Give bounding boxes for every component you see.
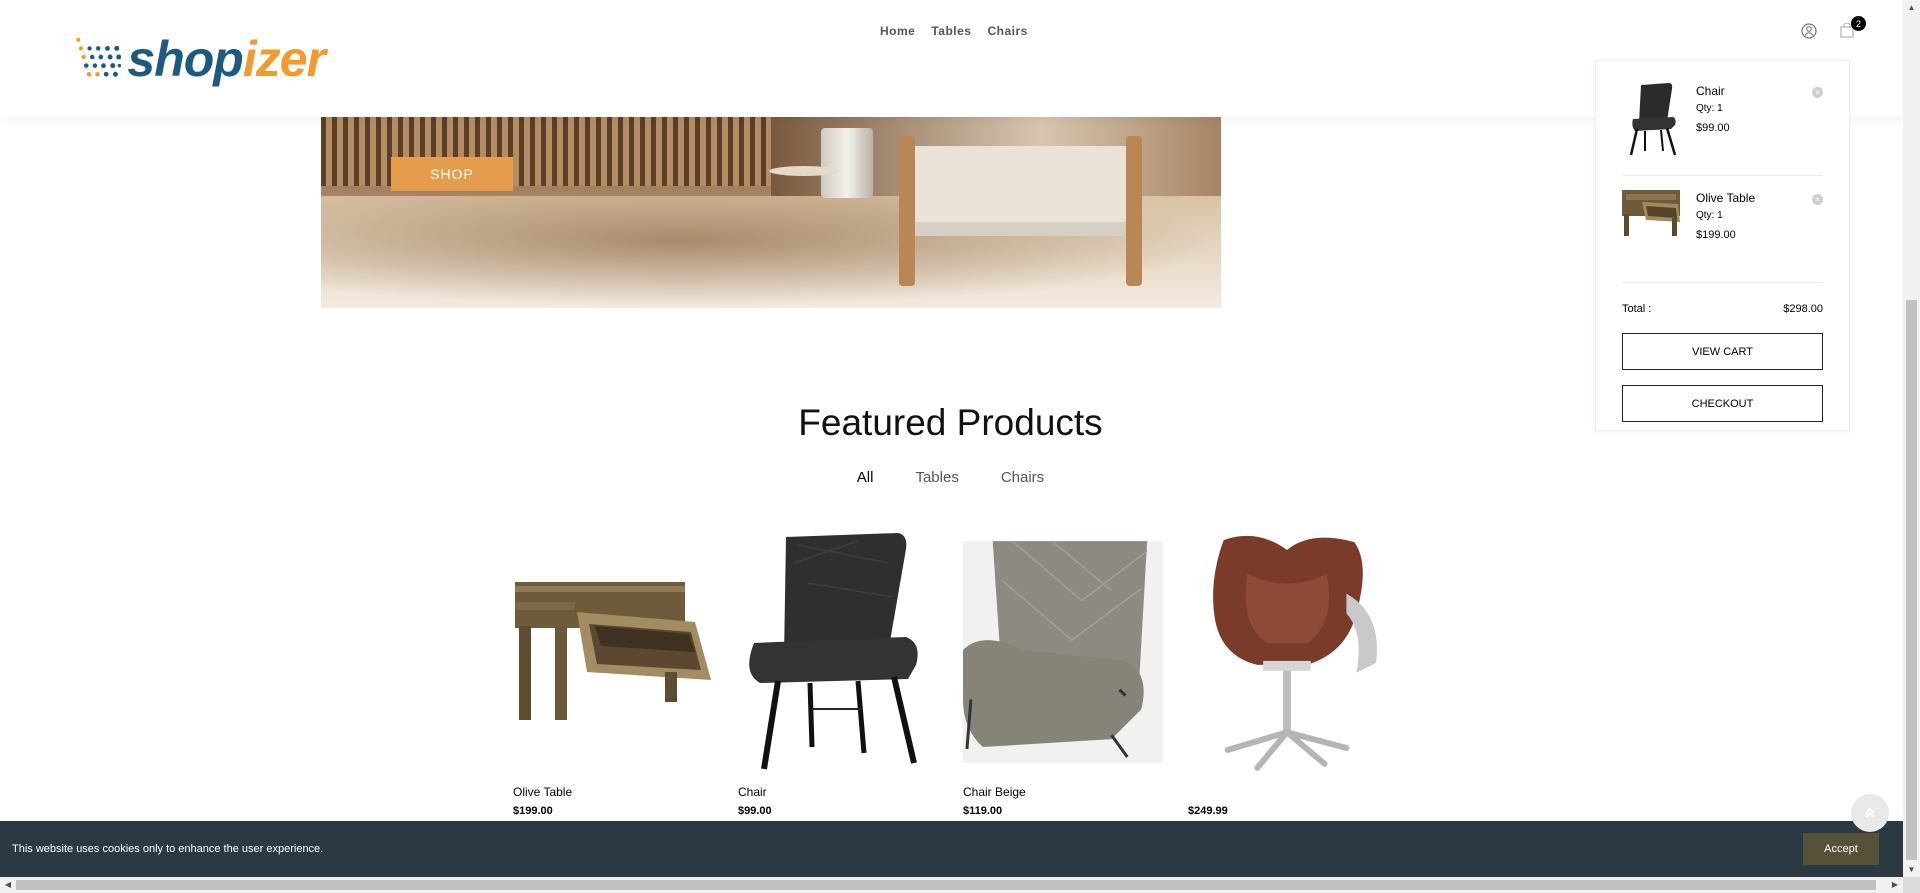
scroll-down-arrow-icon[interactable]: ▼ xyxy=(1903,862,1920,877)
wall-slats xyxy=(321,116,771,186)
checkout-button[interactable]: CHECKOUT xyxy=(1622,385,1823,422)
cart-item-name[interactable]: Chair xyxy=(1696,83,1730,100)
product-price: $99.00 xyxy=(738,805,772,817)
olive-table-image xyxy=(515,582,711,720)
product-image[interactable] xyxy=(1188,533,1388,771)
cookie-message: This website uses cookies only to enhanc… xyxy=(12,843,324,855)
product-card[interactable]: $249.99 xyxy=(1188,533,1413,817)
logo[interactable]: shopizer xyxy=(75,25,326,93)
cart-item: Olive Table Qty: 1 $199.00 × xyxy=(1622,188,1823,283)
horizontal-scrollbar-thumb[interactable] xyxy=(16,880,1876,890)
tab-all[interactable]: All xyxy=(857,469,874,486)
cart-item-info: Olive Table Qty: 1 $199.00 xyxy=(1696,188,1755,266)
logo-text-part2: izer xyxy=(242,31,326,87)
remove-item-icon[interactable]: × xyxy=(1812,87,1823,98)
double-chevron-up-icon xyxy=(1865,807,1875,818)
horizontal-scrollbar[interactable]: ◀ ▶ xyxy=(0,877,1903,893)
logo-text-part1: shop xyxy=(127,31,243,87)
black-chair-image xyxy=(1629,83,1677,156)
product-name[interactable]: Olive Table xyxy=(513,785,738,801)
leather-swivel-chair-image xyxy=(1213,535,1377,771)
tab-chairs[interactable]: Chairs xyxy=(1001,469,1044,486)
sofa-arm-left xyxy=(899,136,915,286)
main-nav: Home Tables Chairs xyxy=(880,24,1028,38)
cart-count-badge: 2 xyxy=(1851,16,1866,31)
logo-dots-icon xyxy=(76,37,122,77)
cart-total-value: $298.00 xyxy=(1783,303,1823,315)
product-card[interactable]: Chair Beige $119.00 xyxy=(963,533,1188,817)
view-cart-button[interactable]: VIEW CART xyxy=(1622,333,1823,370)
vertical-scrollbar[interactable]: ▲ ▼ xyxy=(1903,0,1920,877)
cart-total-label: Total : xyxy=(1622,303,1652,315)
cart-item-price: $199.00 xyxy=(1696,228,1736,241)
cart-item-name[interactable]: Olive Table xyxy=(1696,190,1755,207)
product-filter-tabs: All Tables Chairs xyxy=(0,469,1901,486)
nav-tables[interactable]: Tables xyxy=(931,24,971,38)
product-name[interactable]: Chair Beige xyxy=(963,785,1188,801)
scrollbar-corner xyxy=(1903,877,1920,893)
header-icons: 2 xyxy=(1800,16,1866,40)
cart-item-price: $99.00 xyxy=(1696,121,1730,134)
cart-item: Chair Qty: 1 $99.00 × xyxy=(1622,81,1823,176)
nav-home[interactable]: Home xyxy=(880,24,915,38)
product-name[interactable]: Chair xyxy=(738,785,963,801)
side-table-image xyxy=(769,166,839,176)
product-grid: Olive Table $199.00 Chair $99.00 Chair B… xyxy=(513,533,1413,817)
beige-chair-image xyxy=(963,540,1163,763)
cart-item-thumbnail[interactable] xyxy=(1622,81,1684,159)
product-price: $249.99 xyxy=(1188,805,1228,817)
planter-image xyxy=(821,128,873,198)
cart-item-qty: Qty: 1 xyxy=(1696,210,1723,222)
mini-cart-dropdown: Chair Qty: 1 $99.00 × Olive Table Qty: 1… xyxy=(1595,60,1850,431)
product-name[interactable] xyxy=(1188,785,1413,801)
shopping-bag-icon[interactable]: 2 xyxy=(1838,16,1866,40)
scroll-up-arrow-icon[interactable]: ▲ xyxy=(1903,0,1920,15)
logo-wordmark: shopizer xyxy=(127,31,326,87)
scroll-left-arrow-icon[interactable]: ◀ xyxy=(0,877,16,893)
product-card[interactable]: Chair $99.00 xyxy=(738,533,963,817)
hero-banner xyxy=(321,116,1221,308)
cart-total: Total : $298.00 xyxy=(1622,303,1823,315)
product-price: $199.00 xyxy=(513,805,553,817)
scroll-right-arrow-icon[interactable]: ▶ xyxy=(1887,877,1903,893)
product-image[interactable] xyxy=(513,533,713,771)
accept-cookies-button[interactable]: Accept xyxy=(1803,833,1879,865)
nav-chairs[interactable]: Chairs xyxy=(987,24,1027,38)
black-chair-image xyxy=(749,533,918,770)
cookie-consent-bar: This website uses cookies only to enhanc… xyxy=(0,821,1903,877)
sofa-image xyxy=(901,146,1141,236)
product-price: $119.00 xyxy=(963,805,1003,817)
wood-table-image xyxy=(1622,190,1680,236)
scroll-to-top-button[interactable] xyxy=(1851,794,1889,832)
cart-item-thumbnail[interactable] xyxy=(1622,188,1684,266)
shop-button[interactable]: SHOP xyxy=(391,157,513,191)
sofa-arm-right xyxy=(1126,136,1142,286)
remove-item-icon[interactable]: × xyxy=(1812,194,1823,205)
product-image[interactable] xyxy=(738,533,938,771)
cart-item-info: Chair Qty: 1 $99.00 xyxy=(1696,81,1730,159)
product-image[interactable] xyxy=(963,533,1163,771)
cart-item-qty: Qty: 1 xyxy=(1696,103,1723,115)
product-card[interactable]: Olive Table $199.00 xyxy=(513,533,738,817)
user-icon[interactable] xyxy=(1800,22,1818,40)
vertical-scrollbar-thumb[interactable] xyxy=(1906,300,1917,860)
tab-tables[interactable]: Tables xyxy=(915,469,958,486)
